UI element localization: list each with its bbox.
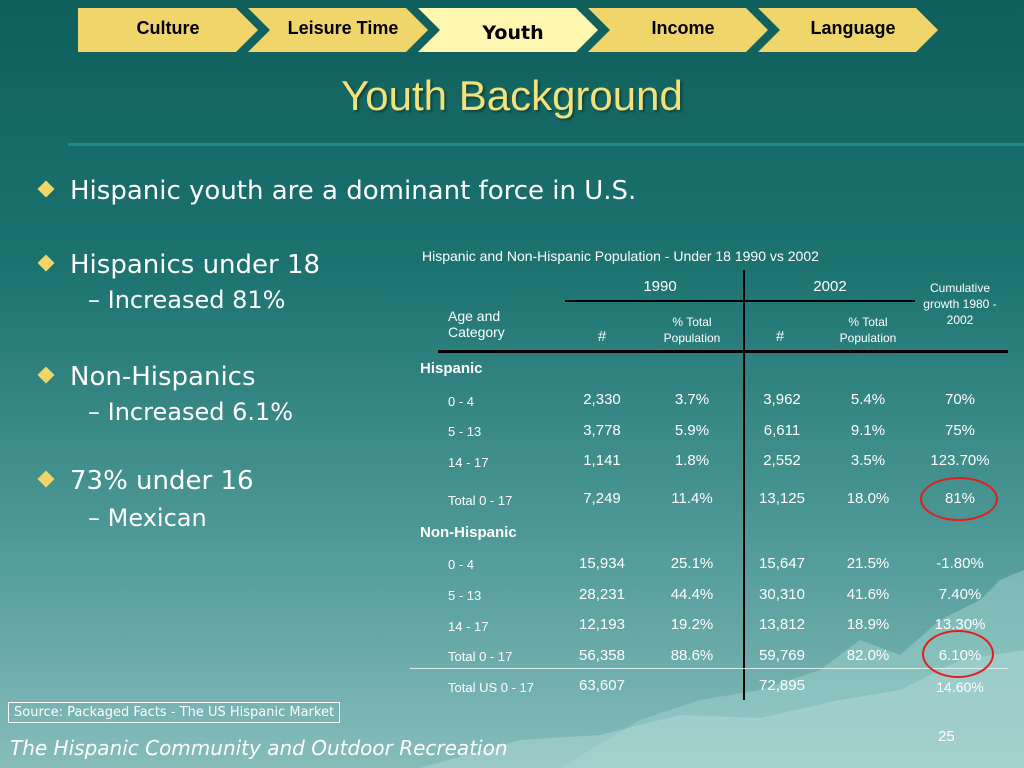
diamond-icon [37, 366, 55, 384]
cell-n2002: 59,769 [759, 647, 805, 664]
source-note: Source: Packaged Facts - The US Hispanic… [8, 702, 341, 723]
bullet-item: Non-Hispanics [37, 362, 256, 392]
bullet-text: Hispanic youth are a dominant force in U… [70, 176, 637, 206]
cell-n1990: 1,141 [583, 452, 621, 469]
cell-n1990: 15,934 [579, 555, 625, 572]
cell-n2002: 15,647 [759, 555, 805, 572]
header-pct-2002: % Total Population [839, 315, 897, 345]
bullet-text: 73% under 16 [70, 466, 254, 496]
cell-n1990: 63,607 [579, 677, 625, 694]
cell-growth: 75% [944, 422, 976, 439]
sub-bullet-text: Mexican [107, 504, 207, 532]
column-divider [743, 270, 745, 700]
cell-n2002: 13,812 [759, 616, 805, 633]
tab-income[interactable]: Income [588, 8, 768, 52]
tab-youth[interactable]: Youth [418, 8, 598, 52]
cell-n2002: 3,962 [763, 391, 801, 408]
cell-p2002: 18.0% [846, 490, 890, 507]
row-label: Total 0 - 17 [448, 493, 513, 508]
total-rule [410, 668, 1008, 669]
cell-p1990: 88.6% [670, 647, 714, 664]
header-growth: Cumulative growth 1980 - 2002 [923, 281, 997, 327]
slide-title: Youth Background [341, 72, 683, 119]
highlight-circle [922, 630, 994, 678]
cell-n2002: 13,125 [759, 490, 805, 507]
row-label: 0 - 4 [448, 394, 475, 409]
row-label: Total 0 - 17 [448, 649, 513, 664]
cell-p2002: 3.5% [850, 452, 886, 469]
page-number: 25 [938, 728, 955, 745]
sub-bullet-text: Increased 81% [107, 286, 286, 314]
cell-growth: 14.60% [936, 679, 984, 695]
cell-p2002: 5.4% [850, 391, 886, 408]
cell-p2002: 82.0% [846, 647, 890, 664]
tab-leisure-time[interactable]: Leisure Time [248, 8, 428, 52]
cell-growth: 123.70% [930, 452, 990, 469]
header-rule [565, 300, 915, 302]
cell-n1990: 3,778 [583, 422, 621, 439]
group-hispanic: Hispanic [420, 360, 483, 377]
cell-p2002: 18.9% [846, 616, 890, 633]
cell-p2002: 21.5% [846, 555, 890, 572]
row-label: Total US 0 - 17 [448, 680, 534, 695]
cell-n2002: 30,310 [759, 586, 805, 603]
bullet-item: Hispanic youth are a dominant force in U… [37, 176, 637, 206]
cell-p2002: 41.6% [846, 586, 890, 603]
table-caption: Hispanic and Non-Hispanic Population - U… [422, 248, 819, 264]
row-label: 14 - 17 [448, 619, 489, 634]
sub-bullet-text: Increased 6.1% [107, 398, 294, 426]
sub-bullet: – Mexican [88, 504, 207, 532]
bullet-item: 73% under 16 [37, 466, 254, 496]
header-age-category: Age and Category [448, 308, 505, 340]
cell-p1990: 11.4% [671, 490, 713, 507]
highlight-circle [920, 477, 998, 521]
header-num-2002: # [775, 328, 785, 345]
bullet-text: Non-Hispanics [70, 362, 256, 392]
diamond-icon [37, 470, 55, 488]
diamond-icon [37, 254, 55, 272]
cell-n2002: 72,895 [759, 677, 805, 694]
cell-n1990: 2,330 [583, 391, 621, 408]
cell-n2002: 2,552 [763, 452, 801, 469]
row-label: 14 - 17 [448, 455, 489, 470]
row-label: 0 - 4 [448, 557, 475, 572]
footer-title: The Hispanic Community and Outdoor Recre… [10, 736, 508, 760]
cell-growth: -1.80% [936, 555, 984, 572]
cell-growth: 7.40% [938, 586, 982, 603]
dash: – [88, 398, 100, 426]
cell-n1990: 7,249 [583, 490, 621, 507]
bullet-item: Hispanics under 18 [37, 250, 321, 280]
cell-n2002: 6,611 [763, 422, 801, 439]
cell-p1990: 25.1% [670, 555, 714, 572]
diamond-icon [37, 180, 55, 198]
dash: – [88, 504, 100, 532]
cell-p2002: 9.1% [850, 422, 886, 439]
bullet-text: Hispanics under 18 [70, 250, 321, 280]
cell-p1990: 5.9% [674, 422, 710, 439]
row-label: 5 - 13 [448, 424, 482, 439]
group-non-hispanic: Non-Hispanic [420, 524, 517, 541]
dash: – [88, 286, 100, 314]
header-bottom-rule [438, 350, 1008, 353]
cell-n1990: 28,231 [579, 586, 625, 603]
sub-bullet: – Increased 81% [88, 286, 285, 314]
header-2002: 2002 [813, 278, 847, 295]
cell-p1990: 44.4% [670, 586, 714, 603]
header-num-1990: # [597, 328, 607, 345]
tab-culture[interactable]: Culture [78, 8, 258, 52]
cell-n1990: 12,193 [579, 616, 625, 633]
tab-language[interactable]: Language [758, 8, 938, 52]
sub-bullet: – Increased 6.1% [88, 398, 293, 426]
cell-p1990: 3.7% [674, 391, 710, 408]
title-divider [68, 143, 1024, 146]
section-nav: Culture Leisure Time Youth Income Langua… [78, 8, 948, 52]
cell-growth: 70% [944, 391, 976, 408]
population-table: Hispanic and Non-Hispanic Population - U… [410, 244, 1010, 704]
row-label: 5 - 13 [448, 588, 482, 603]
cell-n1990: 56,358 [579, 647, 625, 664]
header-pct-1990: % Total Population [663, 315, 721, 345]
cell-p1990: 1.8% [674, 452, 710, 469]
cell-p1990: 19.2% [670, 616, 714, 633]
header-1990: 1990 [643, 278, 677, 295]
